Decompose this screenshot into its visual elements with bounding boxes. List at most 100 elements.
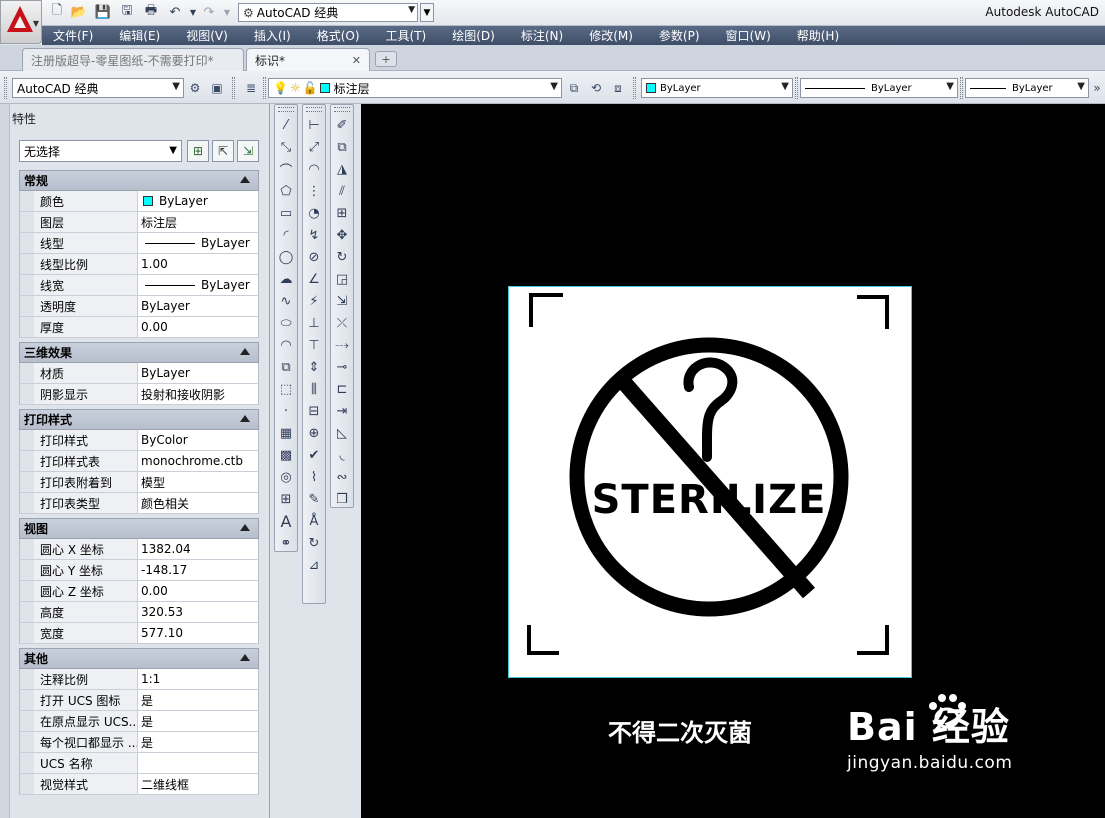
construction-line-icon[interactable]: ⤡ [275, 136, 297, 158]
customize-quick-access-button[interactable]: ▼ [420, 3, 434, 22]
menu-tools[interactable]: 工具(T) [379, 27, 434, 44]
property-row[interactable]: 厚度 0.00 [19, 317, 259, 338]
section-header[interactable]: 视图 [19, 518, 259, 539]
dimension-update-icon[interactable]: ↻ [303, 532, 325, 554]
property-row[interactable]: UCS 名称 [19, 753, 259, 774]
property-value[interactable]: ByLayer [138, 191, 258, 211]
property-row[interactable]: 线宽 ByLayer [19, 275, 259, 296]
menu-help[interactable]: 帮助(H) [790, 27, 846, 44]
property-row[interactable]: 圆心 X 坐标 1382.04 [19, 539, 259, 560]
dimension-style-icon[interactable]: ⊿ [303, 554, 325, 576]
stretch-icon[interactable]: ⇲ [331, 290, 353, 312]
selection-combo[interactable]: 无选择 ▼ [19, 140, 182, 162]
property-row[interactable]: 圆心 Z 坐标 0.00 [19, 581, 259, 602]
extend-icon[interactable]: ⤏ [331, 334, 353, 356]
center-mark-icon[interactable]: ⊕ [303, 422, 325, 444]
property-value[interactable]: 投射和接收阴影 [138, 384, 258, 404]
quick-select-button[interactable]: ⇲ [237, 140, 259, 162]
toolbar-grip[interactable] [334, 107, 350, 112]
property-value[interactable]: 二维线框 [138, 774, 258, 794]
property-value[interactable]: 1:1 [138, 669, 258, 689]
join-icon[interactable]: ⇥ [331, 400, 353, 422]
scale-icon[interactable]: ◲ [331, 268, 353, 290]
property-value[interactable]: 577.10 [138, 623, 258, 643]
tab-drawing-2[interactable]: 标识* ✕ [246, 48, 370, 71]
property-row[interactable]: 打印样式 ByColor [19, 430, 259, 451]
layer-combo[interactable]: 💡 ☼ 🔓 标注层 ▼ [268, 78, 562, 98]
collapse-arrow-icon[interactable] [240, 654, 250, 661]
menu-file[interactable]: 文件(F) [46, 27, 100, 44]
mirror-icon[interactable]: ◮ [331, 158, 353, 180]
region-icon[interactable]: ◎ [275, 466, 297, 488]
jogged-linear-icon[interactable]: ⌇ [303, 466, 325, 488]
toolbar-grip[interactable] [278, 107, 294, 112]
toolbar-grip[interactable] [4, 77, 7, 99]
property-value[interactable]: 是 [138, 732, 258, 752]
offset-icon[interactable]: ⫽ [331, 180, 353, 202]
save-as-icon[interactable]: 🖫 [118, 3, 136, 21]
property-value[interactable]: ByColor [138, 430, 258, 450]
ellipse-arc-icon[interactable]: ◠ [275, 334, 297, 356]
break-icon[interactable]: ⊏ [331, 378, 353, 400]
menu-draw[interactable]: 绘图(D) [445, 27, 502, 44]
property-value[interactable]: ByLayer [138, 296, 258, 316]
dimension-text-edit-icon[interactable]: Å [303, 510, 325, 532]
property-row[interactable]: 线型 ByLayer [19, 233, 259, 254]
collapse-arrow-icon[interactable] [240, 176, 250, 183]
collapse-arrow-icon[interactable] [240, 348, 250, 355]
property-value[interactable]: 1382.04 [138, 539, 258, 559]
lineweight-combo[interactable]: ByLayer ▼ [965, 78, 1089, 98]
property-row[interactable]: 宽度 577.10 [19, 623, 259, 644]
property-value[interactable]: 标注层 [138, 212, 258, 232]
explode-icon[interactable]: ❒ [331, 488, 353, 510]
menu-parametric[interactable]: 参数(P) [652, 27, 707, 44]
toolbar-grip[interactable] [232, 77, 235, 99]
toolbar-grip[interactable] [795, 77, 798, 99]
property-value[interactable]: 0.00 [138, 581, 258, 601]
copy-icon[interactable]: ⧉ [331, 136, 353, 158]
select-objects-button[interactable]: ⇱ [212, 140, 234, 162]
rectangle-icon[interactable]: ▭ [275, 202, 297, 224]
toolbar-grip[interactable] [960, 77, 963, 99]
save-icon[interactable]: 💾 [94, 3, 112, 21]
section-header[interactable]: 打印样式 [19, 409, 259, 430]
property-value[interactable]: ByLayer [138, 363, 258, 383]
dimension-break-icon[interactable]: ⫼ [303, 378, 325, 400]
property-row[interactable]: 视觉样式 二维线框 [19, 774, 259, 795]
property-value[interactable]: 颜色相关 [138, 493, 258, 513]
property-value[interactable]: ByLayer [138, 275, 258, 295]
property-value[interactable]: -148.17 [138, 560, 258, 580]
open-folder-icon[interactable]: 📂 [70, 3, 88, 21]
inspection-icon[interactable]: ✔ [303, 444, 325, 466]
array-icon[interactable]: ⊞ [331, 202, 353, 224]
polyline-icon[interactable]: ⌒ [275, 158, 297, 180]
multiline-text-icon[interactable]: A [275, 510, 297, 532]
layer-states-icon[interactable]: ⧈ [610, 80, 626, 96]
jogged-dimension-icon[interactable]: ↯ [303, 224, 325, 246]
property-row[interactable]: 线型比例 1.00 [19, 254, 259, 275]
add-selected-icon[interactable]: ⚭ [275, 532, 297, 554]
table-icon[interactable]: ⊞ [275, 488, 297, 510]
property-row[interactable]: 高度 320.53 [19, 602, 259, 623]
property-row[interactable]: 打开 UCS 图标是 [19, 690, 259, 711]
palette-title-strip[interactable] [0, 104, 10, 818]
property-row[interactable]: 打印样式表 monochrome.ctb [19, 451, 259, 472]
hatch-icon[interactable]: ▦ [275, 422, 297, 444]
lock-ui-icon[interactable]: ▣ [209, 80, 225, 96]
new-file-icon[interactable]: 🗋 [48, 3, 66, 21]
property-row[interactable]: 打印表附着到 模型 [19, 472, 259, 493]
workspace-settings-icon[interactable]: ⚙ [187, 80, 203, 96]
toggle-pickadd-button[interactable]: ⊞ [187, 140, 209, 162]
continue-dimension-icon[interactable]: ⊤ [303, 334, 325, 356]
circle-icon[interactable]: ◯ [275, 246, 297, 268]
tolerance-icon[interactable]: ⊟ [303, 400, 325, 422]
break-at-point-icon[interactable]: ⊸ [331, 356, 353, 378]
linetype-combo[interactable]: ByLayer ▼ [800, 78, 958, 98]
property-row[interactable]: 在原点显示 UCS... 是 [19, 711, 259, 732]
gradient-icon[interactable]: ▩ [275, 444, 297, 466]
application-menu-button[interactable]: ▼ [0, 0, 42, 44]
aligned-dimension-icon[interactable]: ⤢ [303, 136, 325, 158]
property-value[interactable]: 是 [138, 711, 258, 731]
baseline-dimension-icon[interactable]: ⊥ [303, 312, 325, 334]
property-row[interactable]: 阴影显示 投射和接收阴影 [19, 384, 259, 405]
